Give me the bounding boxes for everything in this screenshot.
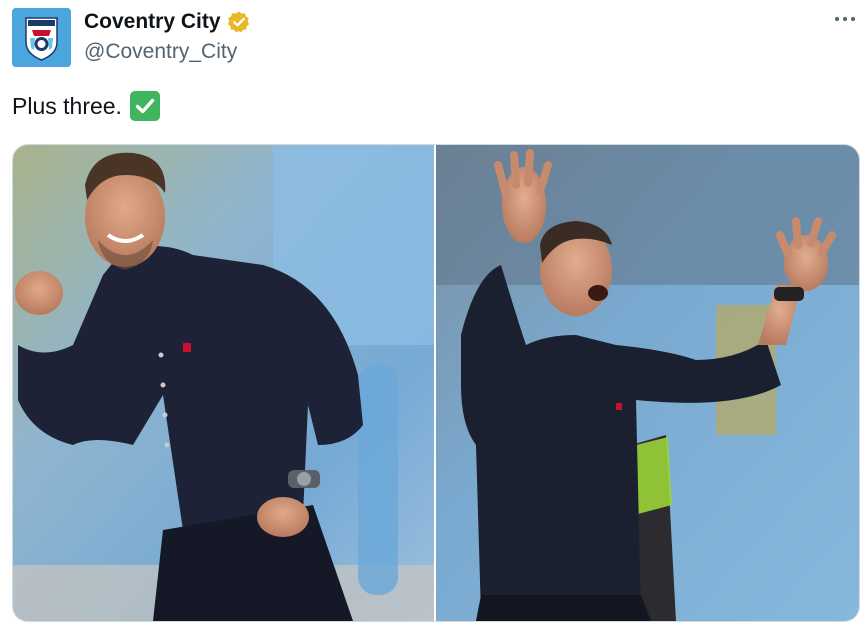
user-handle[interactable]: @Coventry_City xyxy=(84,39,237,65)
photo-right[interactable] xyxy=(436,145,859,621)
photo-left[interactable] xyxy=(13,145,434,621)
celebration-photo-2-icon xyxy=(436,145,859,621)
tweet-text: Plus three. xyxy=(12,93,122,119)
club-crest-icon xyxy=(12,8,71,67)
display-name[interactable]: Coventry City xyxy=(84,9,221,35)
verified-badge-icon xyxy=(227,10,251,34)
check-mark-emoji-icon xyxy=(129,91,160,121)
tweet-text-row: Plus three. xyxy=(12,91,160,121)
tweet-card: Coventry City @Coventry_City Plus three. xyxy=(0,0,868,630)
media-grid xyxy=(12,144,860,622)
more-horizontal-icon xyxy=(835,17,855,21)
more-options-button[interactable] xyxy=(832,6,858,32)
avatar[interactable] xyxy=(12,8,71,67)
display-name-row[interactable]: Coventry City xyxy=(84,9,251,35)
celebration-photo-1-icon xyxy=(13,145,434,621)
